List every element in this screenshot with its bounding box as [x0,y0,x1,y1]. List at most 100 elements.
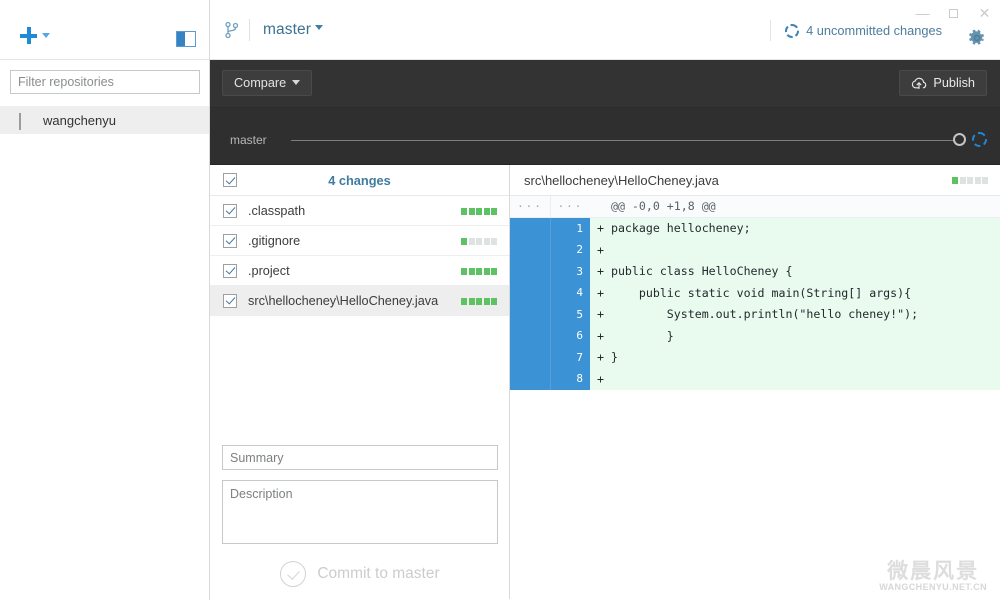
diff-line[interactable]: 1 + package hellocheney; [510,217,1000,239]
diff-size-indicator [461,268,497,275]
diff-size-segment [959,177,966,184]
table-row[interactable]: .gitignore [210,226,509,256]
diff-line-code: @@ -0,0 +1,8 @@ [590,196,1000,218]
commit-button[interactable]: Commit to master [222,561,498,587]
add-repository-button[interactable] [20,27,50,44]
branch-icon [223,20,241,40]
uncommitted-node[interactable] [972,132,987,147]
repository-item-wangchenyu[interactable]: wangchenyu [0,106,209,134]
repository-list: wangchenyu [0,106,209,134]
changes-pane: 4 changes .classpath .gitignore .project sr… [210,165,510,599]
diff-line[interactable]: 2 + [510,239,1000,261]
diff-old-line-number [510,325,550,347]
commit-form: Commit to master [210,433,510,599]
diff-size-segment [468,238,475,245]
github-desktop-window: wangchenyu [0,0,1000,600]
diff-new-line-number: 4 [550,282,590,304]
minimize-button[interactable]: — [907,0,938,26]
diff-line[interactable]: 4 + public static void main(String[] args… [510,282,1000,304]
publish-button[interactable]: Publish [899,70,987,96]
plus-icon [20,27,37,44]
diff-size-segment [468,298,475,305]
repository-titlebar: master 4 uncommitted changes — ✕ [210,0,1000,60]
diff-size-segment [952,177,958,184]
commit-description-input[interactable] [222,480,498,544]
graph-branch-label: master [230,133,267,147]
diff-size-segment [483,298,490,305]
diff-size-indicator [952,177,988,184]
filter-repositories-wrap [0,60,209,104]
graph-line [291,139,960,141]
select-all-checkbox[interactable] [223,173,237,187]
check-circle-icon [280,561,307,587]
diff-line[interactable]: 7 + } [510,346,1000,368]
divider [249,18,250,41]
diff-size-segment [461,298,467,305]
branch-name-label: master [263,20,311,38]
diff-size-segment [483,208,490,215]
diff-pane: src\hellocheney\HelloCheney.java ··· ··· … [510,165,1000,599]
diff-old-line-number [510,282,550,304]
diff-size-segment [468,208,475,215]
changes-count-label: 4 changes [328,172,391,188]
cloud-upload-icon [911,77,927,90]
chevron-down-icon [314,25,323,30]
commit-node[interactable] [953,133,966,146]
table-row[interactable]: .classpath [210,196,509,226]
file-checkbox[interactable] [223,203,237,218]
diff-old-line-number [510,346,550,368]
diff-line-code: + [590,239,1000,261]
publish-label: Publish [933,76,975,90]
sidebar-toolbar [0,0,209,60]
window-controls: — ✕ [907,0,1000,26]
diff-line[interactable]: 8 + [510,368,1000,390]
diff-hunk-header[interactable]: ··· ··· @@ -0,0 +1,8 @@ [510,196,1000,218]
diff-line[interactable]: 6 + } [510,325,1000,347]
diff-body[interactable]: ··· ··· @@ -0,0 +1,8 @@ 1 + package helloch… [510,196,1000,390]
repository-sidebar: wangchenyu [0,0,210,600]
diff-old-line-number [510,368,550,390]
diff-new-line-number: 5 [550,303,590,325]
diff-line[interactable]: 5 + System.out.println("hello cheney!"); [510,303,1000,325]
diff-size-segment [982,177,988,184]
diff-line-code: + public class HelloCheney { [590,260,1000,282]
repository-name: wangchenyu [43,112,116,128]
diff-line[interactable]: 3 + public class HelloCheney { [510,260,1000,282]
diff-line-code: + package hellocheney; [590,217,1000,239]
filter-repositories-input[interactable] [10,70,200,94]
diff-size-segment [476,208,482,215]
diff-old-line-number [510,239,550,261]
table-row[interactable]: src\hellocheney\HelloCheney.java [210,286,509,316]
close-button[interactable]: ✕ [969,0,1000,26]
file-checkbox[interactable] [223,263,237,278]
history-graph-strip: master [210,108,1000,165]
diff-size-segment [491,208,497,215]
commit-summary-input[interactable] [222,445,498,470]
diff-size-segment [476,268,482,275]
diff-size-segment [974,177,981,184]
diff-line-code: + [590,368,1000,390]
diff-size-segment [491,298,497,305]
diff-size-indicator [461,298,497,305]
diff-old-line-number [510,217,550,239]
table-row[interactable]: .project [210,256,509,286]
maximize-button[interactable] [938,0,969,26]
file-checkbox[interactable] [223,293,237,308]
diff-new-line-number: 8 [550,368,590,390]
file-name: src\hellocheney\HelloCheney.java [248,293,439,308]
diff-header: src\hellocheney\HelloCheney.java [510,165,1000,196]
branch-selector[interactable]: master [223,16,323,44]
diff-size-segment [967,177,973,184]
diff-old-line-number [510,260,550,282]
compare-button[interactable]: Compare [222,70,313,96]
commit-button-label: Commit to master [317,565,440,582]
diff-size-indicator [461,238,497,245]
chevron-down-icon [42,33,50,38]
diff-size-segment [491,238,497,245]
diff-size-segment [476,238,482,245]
file-checkbox[interactable] [223,233,237,248]
changed-files-list: .classpath .gitignore .project src\helloche… [210,196,509,316]
sidebar-toggle-icon[interactable] [176,31,196,47]
gear-icon[interactable] [968,29,986,47]
diff-new-line-number: ··· [550,196,590,218]
